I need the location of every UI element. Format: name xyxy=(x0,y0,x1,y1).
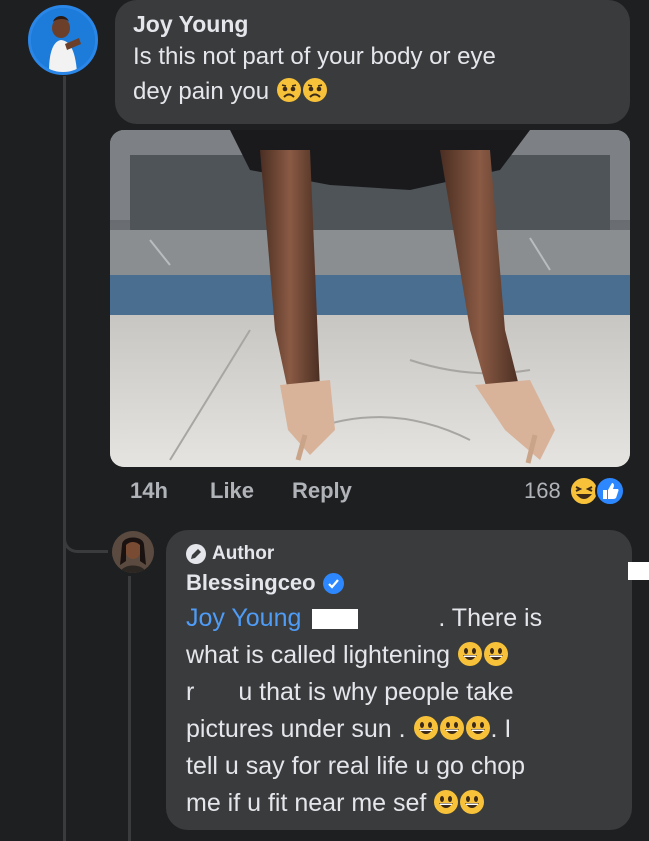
reply-button[interactable]: Reply xyxy=(292,478,352,504)
redacted-block xyxy=(628,562,649,580)
like-button[interactable]: Like xyxy=(210,478,254,504)
avatar[interactable] xyxy=(28,5,98,75)
comment-author[interactable]: Joy Young xyxy=(133,9,612,39)
comment-timestamp[interactable]: 14h xyxy=(130,478,168,504)
reply-bubble: Author Blessingceo Joy Young . There is … xyxy=(166,530,632,830)
mention-link[interactable]: Joy Young xyxy=(186,604,301,632)
reply-text-fragment: pictures under sun . xyxy=(186,715,406,743)
reply-text-line: r u that is why people take xyxy=(186,674,612,711)
pencil-icon xyxy=(186,544,206,564)
reply-text-line: Joy Young . There is xyxy=(186,600,612,637)
comment-thread: Joy Young Is this not part of your body … xyxy=(0,0,649,841)
reply-author-row: Blessingceo xyxy=(186,568,612,598)
grinning-face-icon xyxy=(413,715,439,741)
comment-text: Is this not part of your body or eye dey… xyxy=(133,39,612,109)
verified-badge-icon xyxy=(322,572,344,594)
reply-text-fragment: me if u fit near me sef xyxy=(186,789,427,817)
reply-text-fragment: what is called lightening xyxy=(186,641,451,669)
reaction-count[interactable]: 168 xyxy=(524,478,561,504)
like-thumb-icon xyxy=(595,476,625,506)
worried-face-icon xyxy=(302,77,328,103)
reply-text-line: what is called lightening xyxy=(186,637,612,674)
comment-text-fragment: dey pain you xyxy=(133,78,270,105)
grinning-face-icon xyxy=(483,641,509,667)
laughing-emoji-icon xyxy=(569,476,599,506)
reply-text-fragment: u that is why people take xyxy=(238,678,514,706)
worried-face-icon xyxy=(276,77,302,103)
redacted-block xyxy=(312,609,359,630)
reply-text-line: pictures under sun . . I xyxy=(186,711,612,748)
reply-thread-line xyxy=(128,576,131,841)
avatar[interactable] xyxy=(112,531,154,573)
comment-text-line: dey pain you xyxy=(133,74,612,109)
comment-text-line: Is this not part of your body or eye xyxy=(133,43,496,70)
thread-line xyxy=(63,76,66,841)
author-badge: Author xyxy=(186,543,612,565)
reply-text-fragment: r xyxy=(186,678,195,706)
reply-text-fragment: . There is xyxy=(438,604,543,632)
reaction-summary[interactable] xyxy=(568,475,632,507)
thread-connector xyxy=(63,512,108,553)
grinning-face-icon xyxy=(433,789,459,815)
reply-text-fragment: . I xyxy=(490,715,512,743)
author-badge-label: Author xyxy=(212,543,275,564)
comment-bubble: Joy Young Is this not part of your body … xyxy=(115,0,630,124)
grinning-face-icon xyxy=(459,789,485,815)
comment-photo[interactable] xyxy=(110,130,630,467)
reply-author[interactable]: Blessingceo xyxy=(186,568,316,598)
reply-text-line: tell u say for real life u go chop xyxy=(186,752,526,780)
reply-text: Joy Young . There is what is called ligh… xyxy=(186,600,612,822)
grinning-face-icon xyxy=(439,715,465,741)
grinning-face-icon xyxy=(465,715,491,741)
grinning-face-icon xyxy=(457,641,483,667)
reply-text-line: me if u fit near me sef xyxy=(186,785,612,822)
